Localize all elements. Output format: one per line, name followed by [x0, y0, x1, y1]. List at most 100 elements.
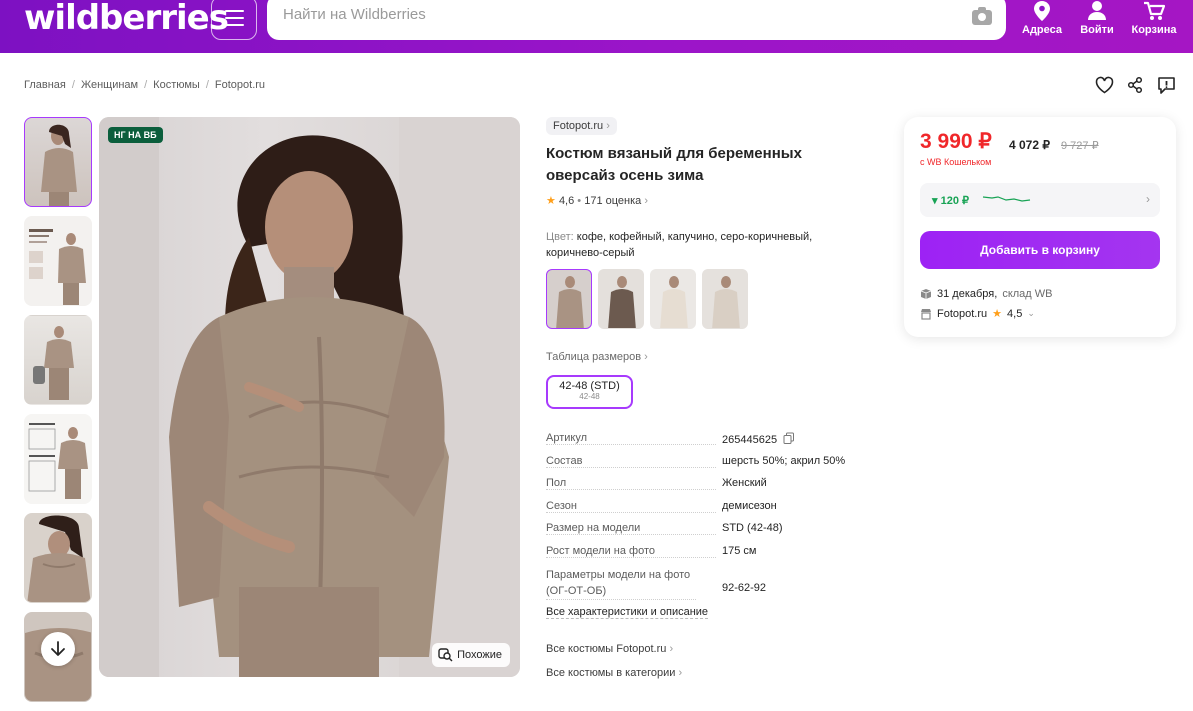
brand-name: Fotopot.ru	[553, 120, 604, 132]
seller-rating: 4,5	[1007, 307, 1023, 320]
nav-cart[interactable]: Корзина	[1124, 0, 1184, 36]
brand-link[interactable]: Fotopot.ru ›	[546, 117, 617, 135]
product-title: Костюм вязаный для беременных оверсайз о…	[546, 145, 802, 184]
search-input[interactable]	[283, 6, 933, 23]
spec-value: 92-62-92	[722, 582, 767, 594]
thumbnail-image[interactable]	[24, 117, 92, 207]
price-wallet: 3 990 ₽	[920, 130, 992, 153]
rating-value: 4,6	[558, 195, 575, 207]
spec-value: шерсть 50%; акрил 50%	[722, 454, 846, 467]
wildberries-logo[interactable]: wildberries	[24, 0, 229, 38]
breadcrumb-link[interactable]: Главная	[24, 79, 66, 91]
swatch-photo	[556, 276, 584, 328]
spec-value: 175 см	[722, 544, 757, 557]
size-table-link[interactable]: Таблица размеров ›	[546, 351, 648, 363]
nav-addresses[interactable]: Адреса	[1012, 0, 1072, 36]
color-swatch[interactable]	[702, 269, 748, 329]
menu-icon-line	[225, 10, 244, 12]
star-icon: ★	[992, 308, 1003, 320]
thumbnail-image[interactable]	[24, 315, 92, 405]
chevron-right-icon: ›	[606, 120, 610, 132]
color-value: кофе, кофейный, капучино, серо-коричневы…	[546, 231, 813, 259]
size-main: 42-48 (STD)	[559, 380, 620, 392]
main-product-photo[interactable]: НГ НА ВБ Похожие	[99, 117, 520, 677]
nav-label: Войти	[1080, 24, 1114, 36]
model-photo	[99, 117, 520, 677]
color-info: Цвет: кофе, кофейный, капучино, серо-кор…	[546, 229, 846, 261]
spec-key: Рост модели на фото	[546, 545, 716, 558]
spec-value: 265445625	[722, 432, 795, 446]
spec-key: Параметры модели на фото (ОГ-ОТ-ОБ)	[546, 567, 696, 600]
color-swatch[interactable]	[650, 269, 696, 329]
add-to-cart-button[interactable]: Добавить в корзину	[920, 231, 1160, 269]
category-costumes-link[interactable]: Все костюмы в категории ›	[546, 667, 682, 679]
price-history[interactable]: ▾ 120 ₽ ›	[920, 183, 1160, 217]
box-icon	[920, 289, 932, 299]
spec-row: Состав шерсть 50%; акрил 50%	[546, 455, 866, 478]
star-icon: ★	[546, 195, 556, 207]
spec-value: демисезон	[722, 499, 777, 512]
color-swatch[interactable]	[598, 269, 644, 329]
header: wildberries Адреса Войти Корзина	[0, 0, 1193, 53]
price-sparkline-icon	[982, 196, 1031, 202]
nav-label: Корзина	[1131, 24, 1177, 36]
menu-icon-line	[225, 24, 244, 26]
chevron-right-icon: ›	[644, 351, 648, 363]
spec-row: Размер на модели STD (42-48)	[546, 522, 866, 545]
spec-key: Артикул	[546, 432, 716, 445]
spec-key: Пол	[546, 477, 716, 490]
spec-row: Сезон демисезон	[546, 500, 866, 523]
breadcrumb-link[interactable]: Женщинам	[81, 79, 138, 91]
wallet-note[interactable]: с WB Кошельком	[920, 157, 991, 167]
color-swatches	[546, 269, 748, 329]
swatch-photo	[608, 276, 636, 328]
spec-row: Артикул 265445625	[546, 432, 866, 455]
delivery-info: 31 декабря, склад WB	[920, 288, 1052, 300]
thumbnail-image[interactable]	[24, 513, 92, 603]
user-icon	[1088, 1, 1106, 20]
copy-icon[interactable]	[783, 432, 795, 444]
delivery-date: 31 декабря,	[937, 288, 998, 300]
nav-login[interactable]: Войти	[1067, 0, 1127, 36]
seller-info[interactable]: Fotopot.ru ★ 4,5 ⌄	[920, 307, 1035, 320]
price-card: 3 990 ₽ 4 072 ₽ 9 727 ₽ с WB Кошельком ▾…	[904, 117, 1176, 337]
similar-button[interactable]: Похожие	[432, 643, 510, 667]
brand-costumes-link[interactable]: Все костюмы Fotopot.ru ›	[546, 643, 673, 655]
promo-badge: НГ НА ВБ	[108, 127, 163, 143]
menu-button[interactable]	[211, 0, 257, 40]
breadcrumb-link[interactable]: Костюмы	[153, 79, 200, 91]
model-photo-thumb	[27, 515, 91, 602]
infographic-thumb	[29, 229, 86, 305]
scroll-down-button[interactable]	[41, 632, 75, 666]
size-chart-thumb	[28, 423, 88, 499]
seller-name: Fotopot.ru	[937, 307, 988, 320]
model-photo-thumb	[33, 326, 74, 400]
specs-table: Артикул 265445625 Состав шерсть 50%; акр…	[546, 432, 866, 604]
search-bar	[267, 0, 1006, 40]
chevron-right-icon: ›	[669, 643, 674, 655]
reviews-count: 171 оценка	[584, 195, 642, 207]
all-characteristics-link[interactable]: Все характеристики и описание	[546, 606, 709, 619]
spec-key: Состав	[546, 455, 716, 468]
location-pin-icon	[1034, 1, 1050, 21]
size-sub: 42-48	[579, 392, 600, 401]
swatch-photo	[660, 276, 688, 328]
heart-icon[interactable]	[1095, 76, 1114, 94]
color-swatch[interactable]	[546, 269, 592, 329]
spec-row: Параметры модели на фото (ОГ-ОТ-ОБ) 92-6…	[546, 567, 866, 604]
share-icon[interactable]	[1127, 76, 1143, 94]
thumbnail-image[interactable]	[24, 414, 92, 504]
spec-value: STD (42-48)	[722, 522, 783, 534]
spec-key: Сезон	[546, 500, 716, 513]
breadcrumb-link[interactable]: Fotopot.ru	[215, 79, 265, 91]
report-icon[interactable]	[1157, 76, 1176, 95]
camera-icon[interactable]	[972, 7, 992, 25]
color-label: Цвет:	[546, 231, 574, 243]
spec-value: Женский	[722, 477, 767, 489]
chevron-right-icon: ›	[644, 195, 649, 207]
rating-summary[interactable]: ★ 4,6 • 171 оценка ›	[546, 194, 648, 207]
size-option[interactable]: 42-48 (STD) 42-48	[546, 375, 633, 409]
thumbnail-image[interactable]	[24, 216, 92, 306]
delivery-warehouse: склад WB	[1002, 288, 1053, 300]
size-table-label: Таблица размеров	[546, 351, 642, 363]
